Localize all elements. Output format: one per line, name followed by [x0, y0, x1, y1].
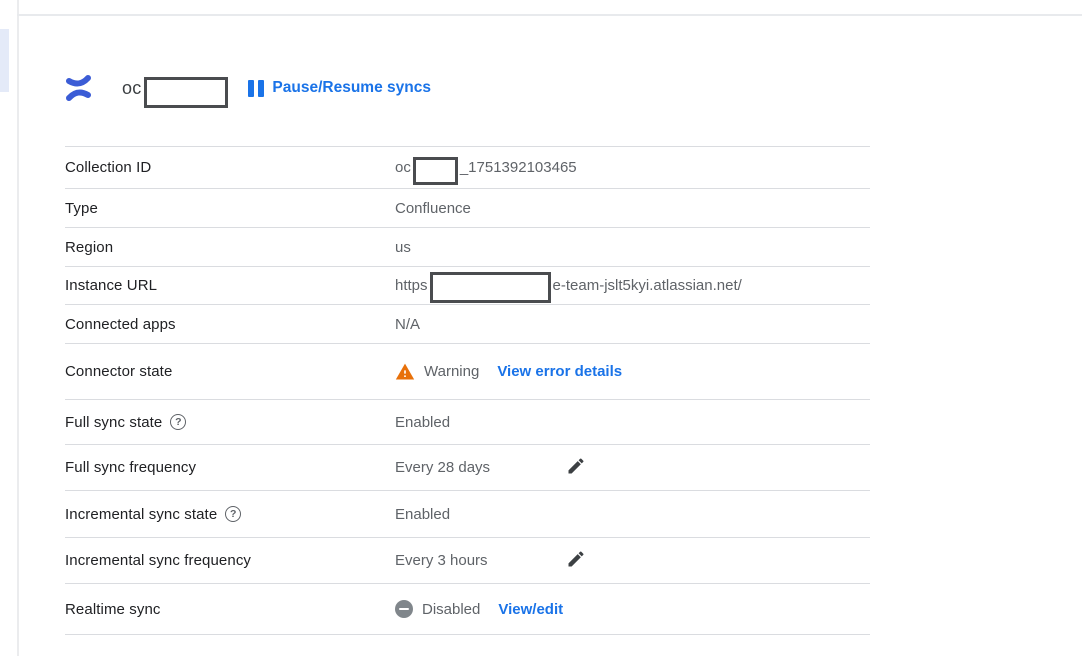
table-row-collection-id: Collection ID oc _1751392103465 — [65, 147, 870, 189]
redaction-box-instance-url — [430, 272, 551, 303]
connected-apps-value: N/A — [395, 316, 870, 333]
connector-header: oc Pause/Resume syncs — [65, 68, 431, 108]
table-row-instance-url: Instance URL https e-team-jslt5kyi.atlas… — [65, 267, 870, 305]
collection-id-value: oc _1751392103465 — [395, 154, 870, 182]
top-divider — [17, 14, 1082, 16]
full-sync-frequency-text: Every 28 days — [395, 459, 490, 476]
redaction-box-title — [144, 77, 228, 108]
edit-pencil-icon — [566, 456, 586, 479]
incremental-sync-state-label: Incremental sync state ? — [65, 506, 395, 523]
edit-incremental-sync-frequency-button[interactable] — [566, 549, 586, 572]
full-sync-state-value: Enabled — [395, 414, 870, 431]
table-row-full-sync-state: Full sync state ? Enabled — [65, 400, 870, 445]
incremental-sync-frequency-label: Incremental sync frequency — [65, 552, 395, 569]
collection-id-prefix: oc — [395, 159, 411, 176]
incremental-sync-frequency-text: Every 3 hours — [395, 552, 488, 569]
left-panel-divider — [17, 0, 19, 656]
view-edit-link[interactable]: View/edit — [498, 601, 563, 618]
table-row-full-sync-frequency: Full sync frequency Every 28 days — [65, 445, 870, 491]
connected-apps-label: Connected apps — [65, 316, 395, 333]
edit-pencil-icon — [566, 549, 586, 572]
table-row-realtime-sync: Realtime sync Disabled View/edit — [65, 584, 870, 635]
pause-icon — [248, 80, 264, 97]
realtime-sync-status-text: Disabled — [422, 601, 480, 618]
help-icon[interactable]: ? — [225, 506, 241, 522]
incremental-sync-state-label-text: Incremental sync state — [65, 506, 217, 523]
region-label: Region — [65, 239, 395, 256]
confluence-logo-icon — [65, 75, 92, 101]
region-value: us — [395, 239, 870, 256]
nav-selected-item-edge[interactable] — [0, 29, 9, 92]
instance-url-label: Instance URL — [65, 277, 395, 294]
view-error-details-link[interactable]: View error details — [497, 363, 622, 380]
table-row-connected-apps: Connected apps N/A — [65, 305, 870, 344]
incremental-sync-frequency-value: Every 3 hours — [395, 552, 870, 569]
full-sync-state-label: Full sync state ? — [65, 414, 395, 431]
instance-url-prefix: https — [395, 277, 428, 294]
incremental-sync-state-value: Enabled — [395, 506, 870, 523]
connector-title: oc — [122, 78, 141, 99]
do-not-disturb-icon — [395, 600, 413, 618]
connector-status-text: Warning — [424, 363, 479, 380]
collection-id-label: Collection ID — [65, 159, 395, 176]
table-row-incremental-sync-frequency: Incremental sync frequency Every 3 hours — [65, 538, 870, 584]
connector-details-table: Collection ID oc _1751392103465 Type Con… — [65, 146, 870, 635]
collection-id-suffix: _1751392103465 — [460, 159, 577, 176]
table-row-incremental-sync-state: Incremental sync state ? Enabled — [65, 491, 870, 538]
full-sync-frequency-value: Every 28 days — [395, 459, 870, 476]
full-sync-state-label-text: Full sync state — [65, 414, 162, 431]
connector-state-label: Connector state — [65, 363, 395, 380]
table-row-region: Region us — [65, 228, 870, 267]
instance-url-suffix: e-team-jslt5kyi.atlassian.net/ — [553, 277, 742, 294]
type-value: Confluence — [395, 200, 870, 217]
realtime-sync-value: Disabled View/edit — [395, 600, 870, 618]
instance-url-value: https e-team-jslt5kyi.atlassian.net/ — [395, 270, 870, 301]
warning-icon — [395, 362, 415, 382]
type-label: Type — [65, 200, 395, 217]
table-row-connector-state: Connector state Warning View error detai… — [65, 344, 870, 400]
realtime-sync-label: Realtime sync — [65, 601, 395, 618]
full-sync-frequency-label: Full sync frequency — [65, 459, 395, 476]
pause-resume-label: Pause/Resume syncs — [272, 79, 431, 97]
pause-resume-button[interactable]: Pause/Resume syncs — [248, 79, 431, 97]
connector-state-value: Warning View error details — [395, 362, 870, 382]
table-row-type: Type Confluence — [65, 189, 870, 228]
edit-full-sync-frequency-button[interactable] — [566, 456, 586, 479]
redaction-box-collection-id — [413, 157, 458, 185]
help-icon[interactable]: ? — [170, 414, 186, 430]
